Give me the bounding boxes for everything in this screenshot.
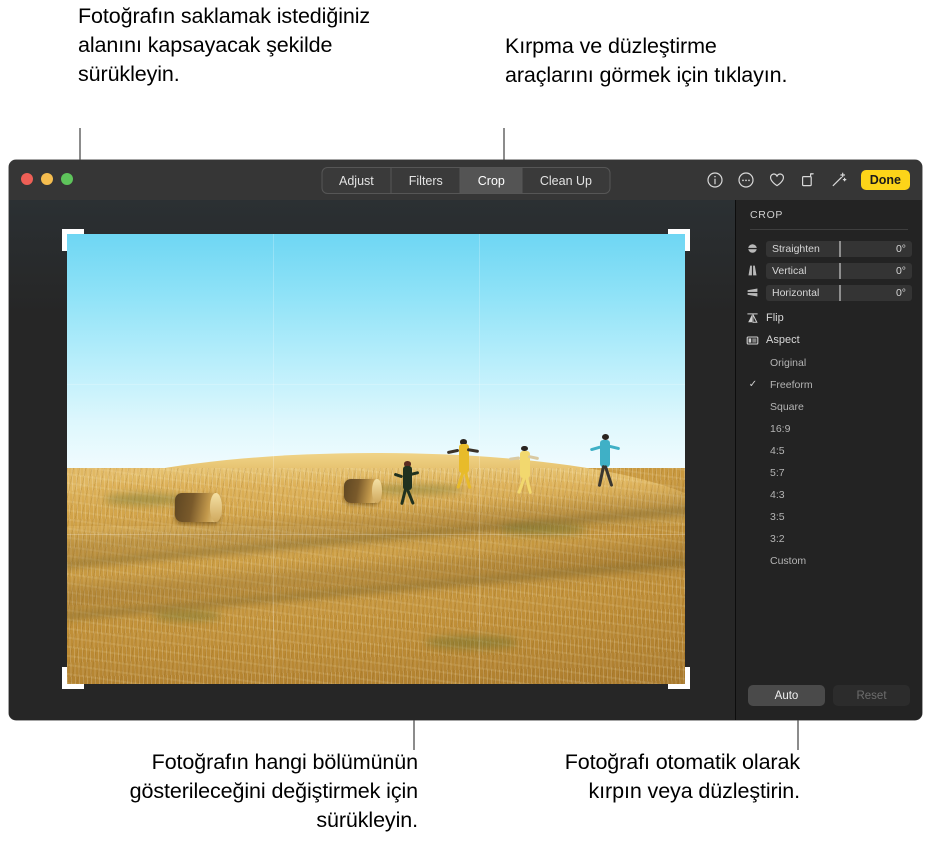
window-body: CROP Straighten 0° Vertical 0° Horizonta… [9,200,922,720]
straighten-icon [746,242,759,255]
aspect-option-4-5[interactable]: 4:5 [746,443,912,458]
horizontal-perspective-icon [746,286,759,299]
window-controls [21,173,73,185]
slider-value: 0° [895,242,906,255]
aspect-option-3-2[interactable]: 3:2 [746,531,912,546]
aspect-option-original[interactable]: Original [746,355,912,370]
hay-bale [343,479,382,504]
slider-vertical[interactable]: Vertical 0° [746,262,912,279]
aspect-option-4-3[interactable]: 4:3 [746,487,912,502]
running-figure [590,434,620,488]
slider-horizontal[interactable]: Horizontal 0° [746,284,912,301]
auto-button[interactable]: Auto [748,685,825,706]
slider-knob[interactable] [839,262,841,279]
aspect-option-label: Original [770,356,807,369]
aspect-option-square[interactable]: Square [746,399,912,414]
aspect-option-label: 3:5 [770,510,785,523]
info-icon[interactable] [706,171,724,189]
tab-filters[interactable]: Filters [392,168,461,193]
reset-button[interactable]: Reset [833,685,910,706]
check-icon: ✓ [748,379,758,390]
menu-aspect[interactable]: Aspect [746,332,912,348]
aspect-option-label: Custom [770,554,807,567]
aspect-option-5-7[interactable]: 5:7 [746,465,912,480]
running-figure [447,438,480,490]
minimize-button[interactable] [41,173,53,185]
menu-label: Flip [766,312,784,324]
more-options-icon[interactable] [737,171,755,189]
menu-flip[interactable]: Flip [746,310,912,326]
slider-knob[interactable] [839,240,841,257]
aspect-option-custom[interactable]: Custom [746,553,912,568]
window-titlebar: Adjust Filters Crop Clean Up Done [9,160,922,201]
running-figure [393,461,420,505]
callout-top-right: Kırpma ve düzleştirme araçlarını görmek … [505,34,788,88]
window-toolbar-right: Done [706,160,910,200]
straighten-slider-track[interactable]: Straighten 0° [766,240,912,257]
callout-top-left: Fotoğrafın saklamak istediğiniz alanını … [78,4,371,87]
running-figure [508,445,539,494]
aspect-icon [746,334,759,347]
aspect-option-label: 4:3 [770,488,785,501]
vertical-perspective-icon [746,264,759,277]
aspect-option-16-9[interactable]: 16:9 [746,421,912,436]
photos-editor-window: Adjust Filters Crop Clean Up Done CROP S… [9,160,922,720]
enhance-wand-icon[interactable] [830,171,848,189]
rotate-icon[interactable] [799,171,817,189]
done-button[interactable]: Done [860,170,910,190]
sidebar-title: CROP [750,209,784,221]
editor-mode-segmented-control: Adjust Filters Crop Clean Up [321,167,610,194]
slider-label: Horizontal [772,286,820,299]
aspect-option-label: Square [770,400,804,413]
photo-image [67,234,685,684]
slider-label: Straighten [772,242,820,255]
slider-knob[interactable] [839,284,841,301]
crop-sidebar: CROP Straighten 0° Vertical 0° Horizonta… [735,200,922,720]
horizontal-slider-track[interactable]: Horizontal 0° [766,284,912,301]
close-button[interactable] [21,173,33,185]
menu-label: Aspect [766,334,800,346]
sidebar-divider [750,229,908,230]
crop-region[interactable] [62,229,690,689]
aspect-option-3-5[interactable]: 3:5 [746,509,912,524]
field-green-patch [104,493,185,505]
tab-crop[interactable]: Crop [460,168,523,193]
tab-adjust[interactable]: Adjust [322,168,392,193]
slider-value: 0° [895,264,906,277]
callout-bottom-left: Fotoğrafın hangi bölümünün gösterileceği… [129,750,418,833]
tab-clean-up[interactable]: Clean Up [523,168,609,193]
zoom-button[interactable] [61,173,73,185]
slider-label: Vertical [772,264,807,277]
aspect-option-label: 5:7 [770,466,785,479]
field-green-patch [499,524,587,535]
vertical-slider-track[interactable]: Vertical 0° [766,262,912,279]
aspect-option-label: 16:9 [770,422,791,435]
hay-bale [175,492,223,522]
favorite-heart-icon[interactable] [768,171,786,189]
aspect-option-label: 4:5 [770,444,785,457]
aspect-option-freeform[interactable]: ✓ Freeform [746,377,912,392]
aspect-option-label: 3:2 [770,532,785,545]
callout-bottom-right: Fotoğrafı otomatik olarak kırpın veya dü… [564,750,800,804]
slider-straighten[interactable]: Straighten 0° [746,240,912,257]
sidebar-button-row: Auto Reset [748,685,910,706]
aspect-option-label: Freeform [770,378,813,391]
slider-value: 0° [895,286,906,299]
photo-canvas[interactable] [9,200,735,720]
flip-icon [746,312,759,325]
